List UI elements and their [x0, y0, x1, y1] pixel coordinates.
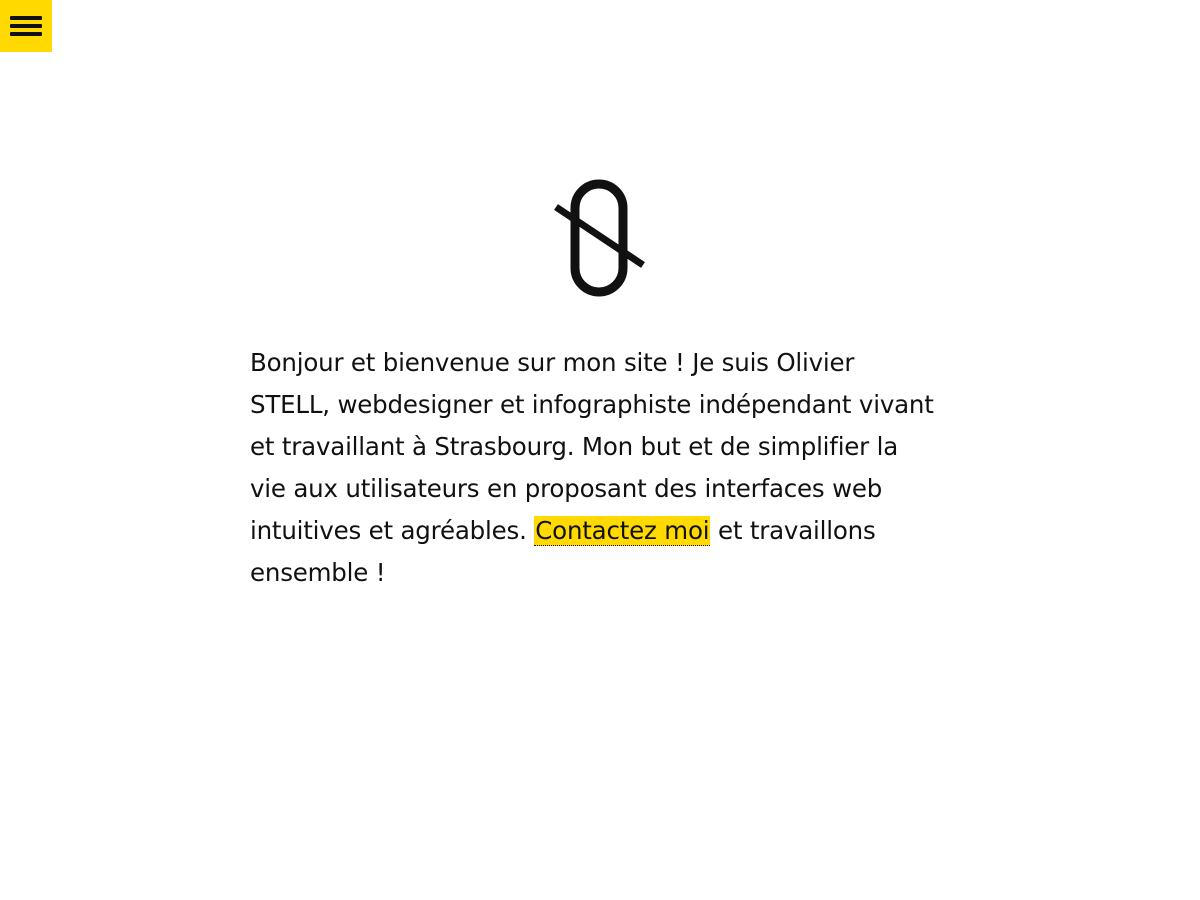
hamburger-menu-icon	[10, 16, 42, 36]
site-logo	[553, 178, 647, 298]
contact-link[interactable]: Contactez moi	[534, 516, 711, 546]
menu-button[interactable]	[0, 0, 52, 52]
intro-paragraph: Bonjour et bienvenue sur mon site ! Je s…	[250, 342, 940, 594]
slashed-zero-monogram-logo	[554, 179, 645, 297]
